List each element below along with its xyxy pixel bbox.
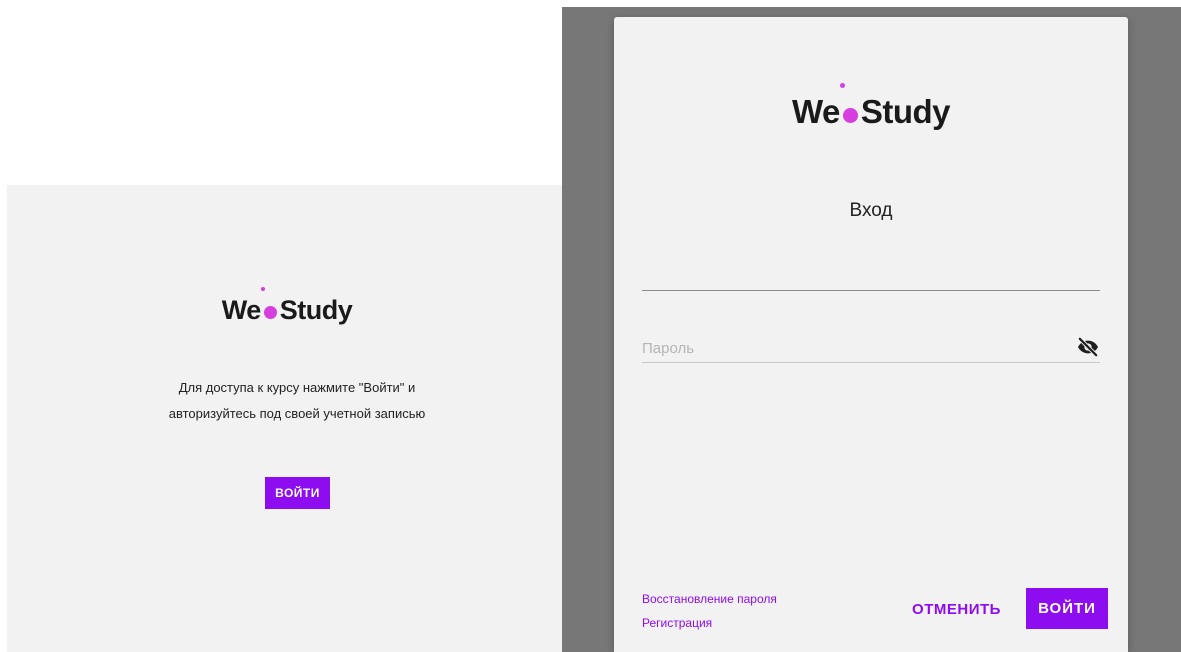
login-dialog: We Study Вход Восстановление пароля Реги… bbox=[614, 17, 1128, 652]
cancel-button[interactable]: ОТМЕНИТЬ bbox=[904, 592, 1009, 626]
dialog-links: Восстановление пароля Регистрация bbox=[642, 587, 777, 635]
logo-dot-icon bbox=[260, 287, 280, 326]
course-access-panel: We Study Для доступа к курсу нажмите "Во… bbox=[7, 185, 567, 652]
login-field-wrapper bbox=[642, 267, 1100, 291]
logo-text-we: We bbox=[221, 295, 262, 325]
submit-login-button[interactable]: ВОЙТИ bbox=[1026, 588, 1108, 629]
logo-text-study: Study bbox=[860, 93, 951, 130]
access-description: Для доступа к курсу нажмите "Войти" и ав… bbox=[168, 380, 426, 421]
logo-text-study: Study bbox=[279, 295, 353, 325]
login-input[interactable] bbox=[642, 267, 1100, 289]
logo-dot-icon bbox=[839, 83, 861, 131]
recover-password-link[interactable]: Восстановление пароля bbox=[642, 587, 777, 611]
dialog-brand-logo: We Study bbox=[614, 83, 1128, 131]
page: We Study Для доступа к курсу нажмите "Во… bbox=[0, 0, 1181, 652]
brand-logo: We Study bbox=[7, 287, 567, 326]
dialog-title: Вход bbox=[849, 200, 893, 221]
eye-off-icon[interactable] bbox=[1076, 336, 1100, 359]
password-input[interactable] bbox=[642, 335, 1062, 361]
login-button[interactable]: ВОЙТИ bbox=[265, 477, 330, 509]
register-link[interactable]: Регистрация bbox=[642, 611, 777, 635]
logo-text-we: We bbox=[791, 93, 840, 130]
password-field-wrapper bbox=[642, 335, 1100, 363]
